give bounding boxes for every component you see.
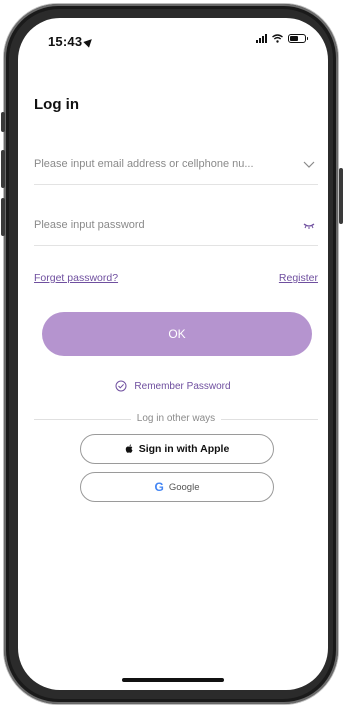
status-bar: 15:43 — [18, 18, 328, 62]
google-label: Google — [168, 481, 200, 493]
email-input[interactable] — [34, 145, 290, 183]
other-ways-divider: Log in other ways — [34, 413, 318, 425]
sign-in-with-google-button[interactable]: G Google — [80, 472, 274, 502]
check-circle-icon — [115, 380, 127, 392]
auth-links: Forget password? Register — [34, 272, 318, 288]
other-ways-wrapper: Log in other ways — [34, 413, 318, 424]
register-link[interactable]: Register — [279, 272, 318, 284]
apple-logo-icon — [125, 444, 133, 453]
cellular-signal-icon — [256, 34, 267, 43]
sign-in-with-apple-button[interactable]: Sign in with Apple — [80, 434, 274, 464]
status-time: 15:43 — [48, 34, 95, 49]
remember-password-toggle[interactable]: Remember Password — [18, 378, 328, 394]
power-button — [339, 168, 343, 224]
phone-screen: 15:43 Log in Please input email address … — [18, 18, 328, 690]
chevron-down-icon[interactable] — [302, 157, 316, 171]
volume-down-button — [1, 198, 5, 236]
eye-closed-icon[interactable] — [302, 218, 316, 232]
wifi-icon — [272, 34, 283, 43]
home-indicator[interactable] — [122, 678, 224, 682]
remember-password-label: Remember Password — [134, 380, 231, 392]
other-ways-label: Log in other ways — [130, 413, 222, 424]
google-logo-icon: G — [154, 480, 164, 494]
location-arrow-icon — [83, 36, 95, 48]
password-field — [34, 206, 318, 246]
status-icons — [256, 34, 308, 43]
status-time-text: 15:43 — [48, 34, 83, 49]
volume-up-button — [1, 150, 5, 188]
password-input[interactable] — [34, 206, 290, 244]
ok-button[interactable]: OK — [42, 312, 312, 356]
email-field — [34, 145, 318, 185]
forget-password-link[interactable]: Forget password? — [34, 272, 118, 284]
apple-label: Sign in with Apple — [138, 443, 230, 455]
battery-level — [290, 36, 298, 41]
battery-icon — [288, 34, 308, 43]
page-title: Log in — [34, 96, 79, 113]
mute-switch — [1, 112, 5, 132]
